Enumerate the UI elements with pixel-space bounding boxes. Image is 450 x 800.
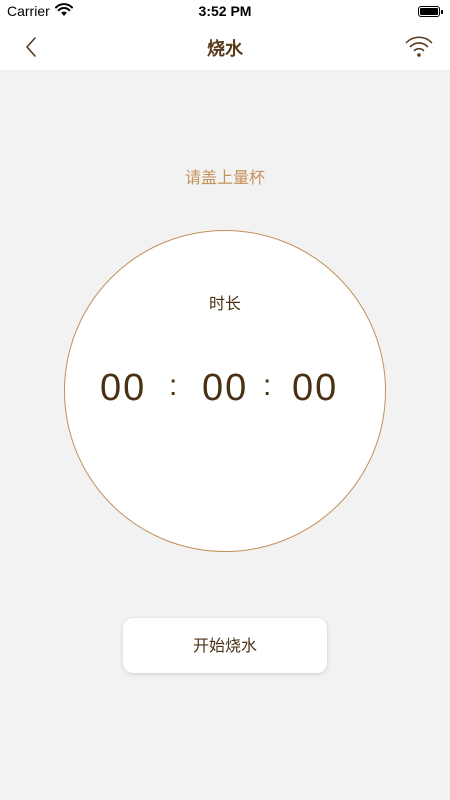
timer-hours: 00 bbox=[100, 367, 147, 409]
status-bar: Carrier 3:52 PM bbox=[0, 0, 450, 24]
status-time: 3:52 PM bbox=[198, 3, 252, 19]
timer-colon-2: : bbox=[263, 369, 272, 402]
battery-icon bbox=[418, 6, 443, 17]
timer-minutes: 00 bbox=[202, 367, 249, 409]
timer-colon-1: : bbox=[169, 369, 178, 402]
duration-label: 时长 bbox=[208, 294, 241, 313]
nav-bar: 烧水 bbox=[0, 24, 450, 70]
timer-seconds: 00 bbox=[292, 367, 339, 409]
timer-dial: 时长 00 : 00 : 00 bbox=[64, 230, 386, 552]
page-title: 烧水 bbox=[207, 39, 243, 60]
cover-cup-hint: 请盖上量杯 bbox=[184, 168, 265, 187]
wifi-icon[interactable] bbox=[404, 34, 434, 60]
timer-display: 00 : 00 : 00 bbox=[65, 367, 385, 417]
start-boiling-button[interactable]: 开始烧水 bbox=[123, 618, 327, 673]
